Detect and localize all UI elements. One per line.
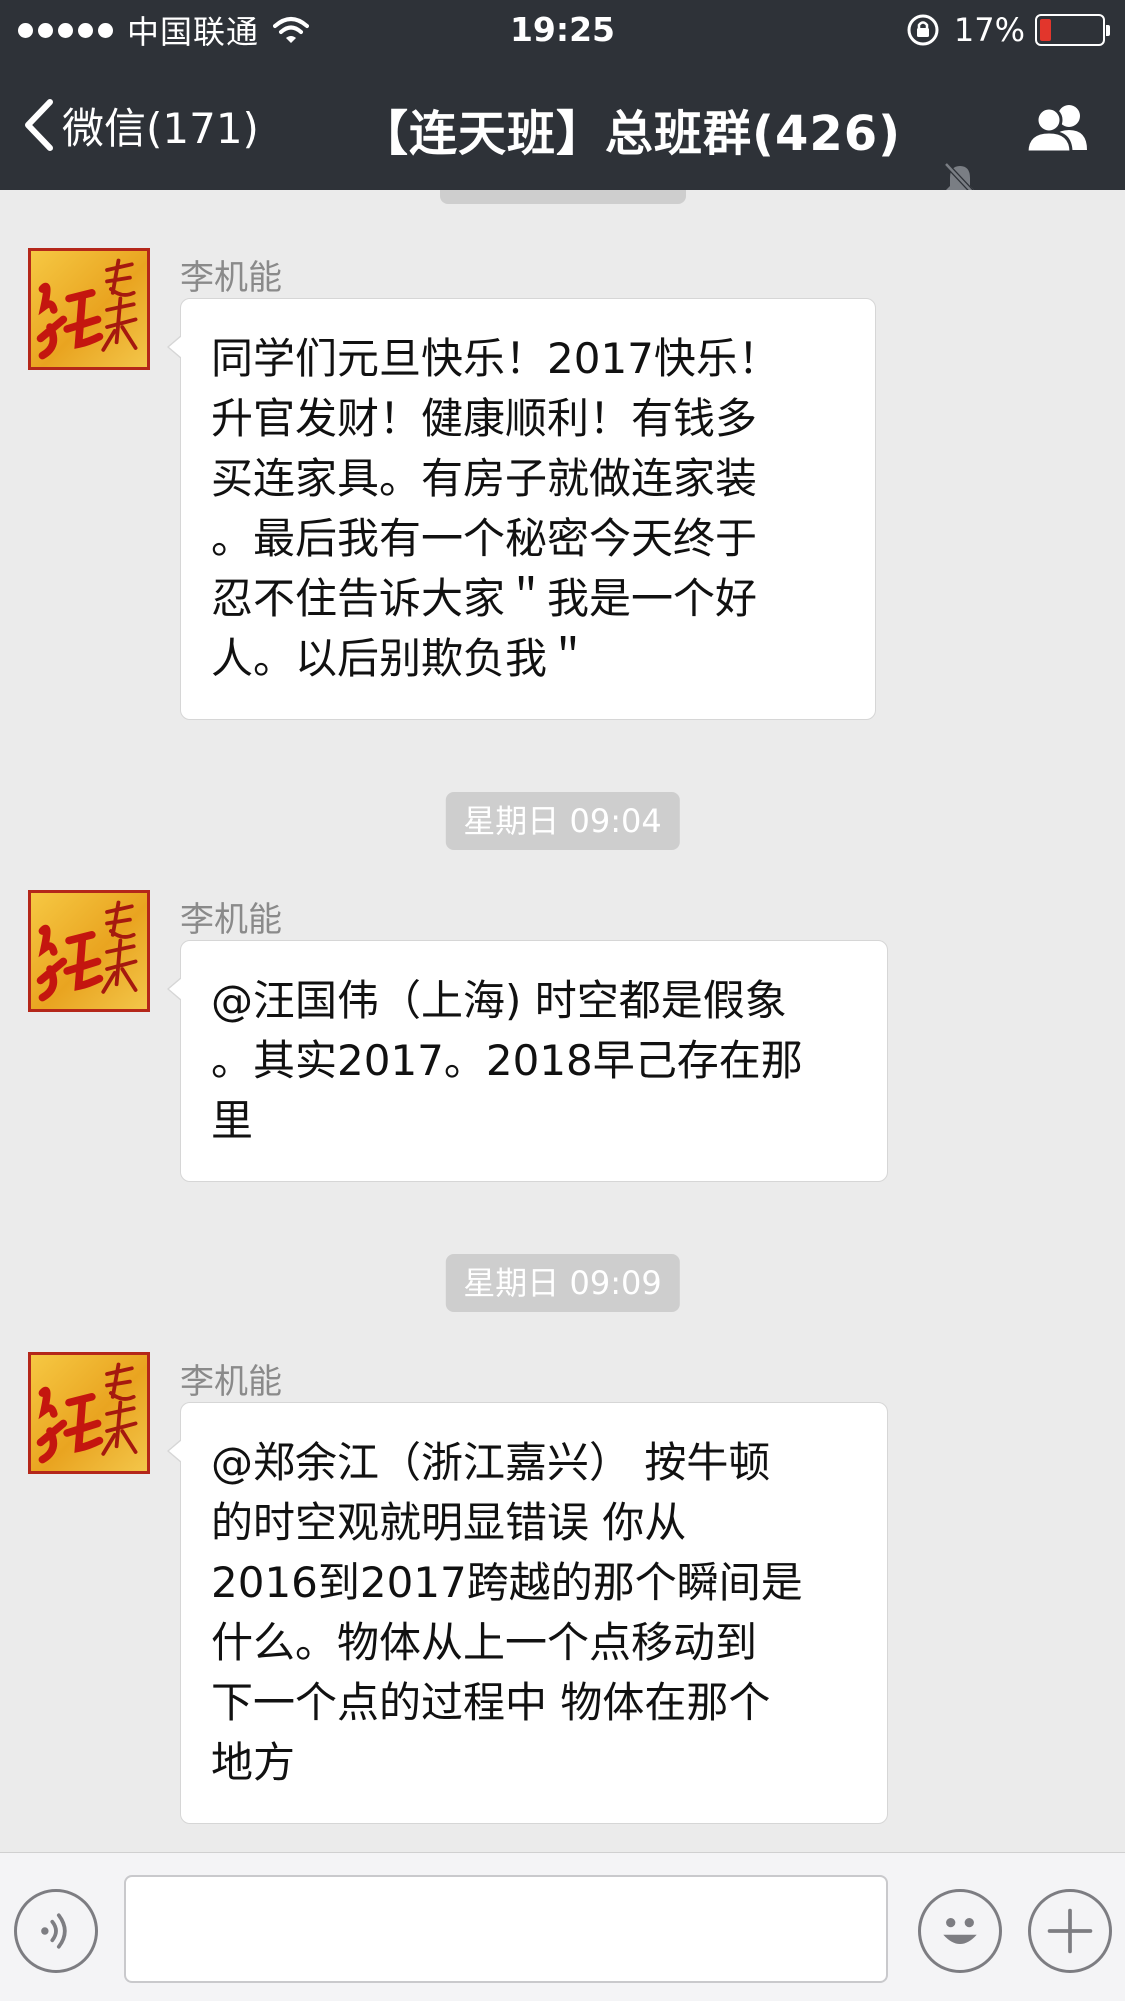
avatar-logo-icon (36, 1362, 138, 1464)
message-text-line: 买连家具。有房子就做连家装 (211, 454, 758, 503)
avatar[interactable] (28, 248, 150, 370)
message-bubble[interactable]: @汪国伟（上海) 时空都是假象 。其实2017。2018早己存在那 里 (167, 940, 888, 1182)
battery-level (1040, 19, 1051, 41)
message-text-line: 下一个点的过程中 物体在那个 (211, 1678, 771, 1727)
avatar-logo-icon (36, 258, 138, 360)
avatar[interactable] (28, 1352, 150, 1474)
timestamp-chip: 星期日 09:09 (445, 1254, 680, 1312)
sender-name: 李机能 (180, 258, 282, 298)
plus-icon (1047, 1908, 1093, 1954)
battery-percent: 17% (953, 11, 1025, 49)
avatar[interactable] (28, 890, 150, 1012)
status-bar: 中国联通 19:25 17% (0, 0, 1125, 60)
chat-messages[interactable]: 李机能 同学们元旦快乐！2017快乐！ 升官发财！健康顺利！有钱多 买连家具。有… (0, 190, 1125, 1852)
chat-title: 【连天班】总班群(426) (360, 106, 902, 162)
rotation-lock-icon (907, 14, 939, 46)
message-text-line: 2016到2017跨越的那个瞬间是 (211, 1558, 803, 1607)
message-text-line: @郑余江（浙江嘉兴） 按牛顿 (211, 1438, 771, 1487)
message-text-line: 的时空观就明显错误 你从 (211, 1498, 687, 1547)
voice-icon (41, 1913, 67, 1949)
timestamp-chip (439, 190, 686, 204)
message-text-line: 忍不住告诉大家＂我是一个好 (211, 574, 758, 623)
chevron-left-icon (25, 99, 53, 151)
message-bubble[interactable]: @郑余江（浙江嘉兴） 按牛顿 的时空观就明显错误 你从 2016到2017跨越的… (167, 1402, 888, 1824)
status-right: 17% (906, 10, 1110, 50)
timestamp-chip: 星期日 09:04 (445, 792, 680, 850)
message-text-line: 人。以后别欺负我＂ (211, 634, 590, 683)
emoji-icon (943, 1918, 977, 1944)
sender-name: 李机能 (180, 900, 282, 940)
message-text-line: 什么。物体从上一个点移动到 (211, 1618, 758, 1667)
more-actions-button[interactable] (1028, 1889, 1112, 1973)
message-text-line: 里 (211, 1096, 254, 1145)
message-bubble[interactable]: 同学们元旦快乐！2017快乐！ 升官发财！健康顺利！有钱多 买连家具。有房子就做… (167, 298, 876, 720)
message-text-line: 升官发财！健康顺利！有钱多 (211, 394, 758, 443)
battery-icon (1035, 14, 1110, 46)
input-toolbar (0, 1852, 1125, 2001)
group-members-icon[interactable] (1023, 100, 1093, 154)
message-text-line: 。最后我有一个秘密今天终于 (211, 514, 758, 563)
emoji-button[interactable] (918, 1889, 1002, 1973)
message-input[interactable] (124, 1875, 888, 1983)
voice-input-button[interactable] (14, 1889, 98, 1973)
navigation-bar: 微信(171) 【连天班】总班群(426) (0, 60, 1125, 198)
back-button[interactable]: 微信(171) (22, 96, 259, 154)
avatar-logo-icon (36, 900, 138, 1002)
sender-name: 李机能 (180, 1362, 282, 1402)
message-text-line: 地方 (211, 1738, 296, 1787)
back-label: 微信(171) (62, 103, 259, 153)
message-text-line: 。其实2017。2018早己存在那 (211, 1036, 803, 1085)
message-text-line: @汪国伟（上海) 时空都是假象 (211, 976, 787, 1025)
message-text-line: 同学们元旦快乐！2017快乐！ (211, 334, 780, 383)
